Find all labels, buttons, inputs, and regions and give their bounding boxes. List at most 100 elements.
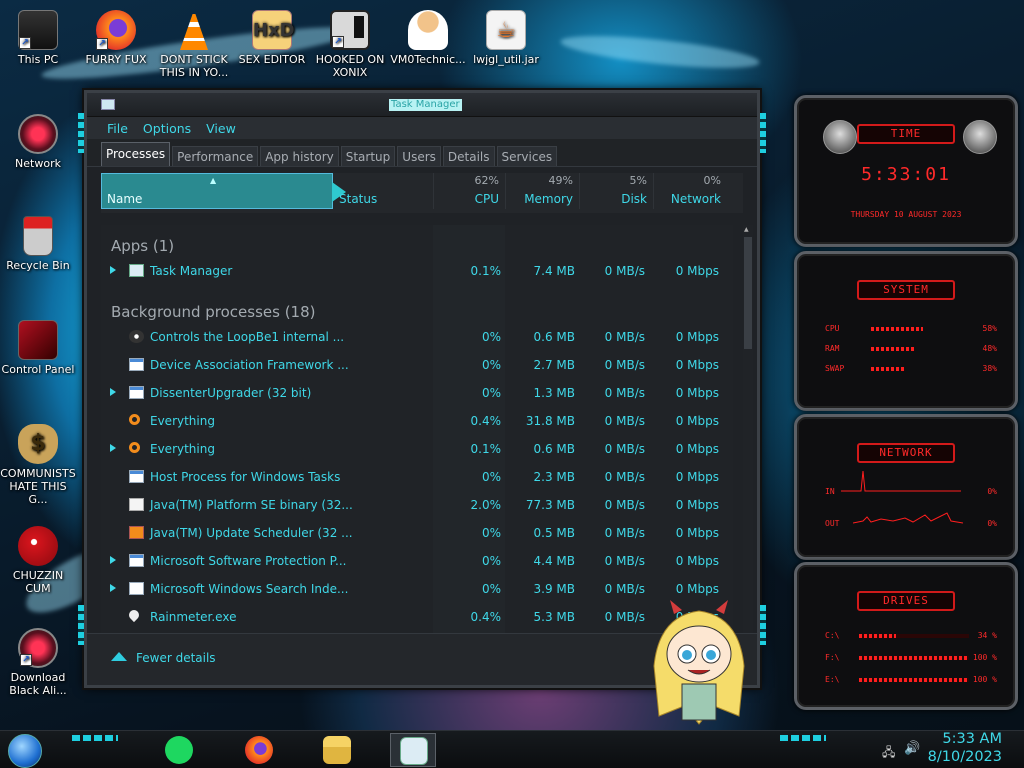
process-cpu: 0% <box>481 330 501 344</box>
network-tray-icon[interactable]: 🖧 <box>882 743 895 764</box>
taskbar-button-firefox[interactable] <box>236 733 282 767</box>
expand-chevron-icon[interactable] <box>110 388 116 396</box>
process-memory: 1.3 MB <box>533 386 575 400</box>
process-row[interactable]: Everything 0.1% 0.6 MB 0 MB/s 0 Mbps <box>101 435 721 463</box>
desktop-icon-recycle-bin[interactable]: Recycle Bin <box>0 216 76 272</box>
task-manager-icon <box>129 264 144 277</box>
desktop-icon-hooked-on-xonix[interactable]: ↗ HOOKED ON XONIX <box>312 10 388 79</box>
tab-app-history[interactable]: App history <box>260 146 339 166</box>
desktop-icon-label: CHUZZIN CUM <box>12 569 64 595</box>
system-row-value: 38% <box>982 364 997 373</box>
tab-startup[interactable]: Startup <box>340 146 396 166</box>
process-row[interactable]: Java(TM) Platform SE binary (32... 2.0% 77… <box>101 491 721 519</box>
scroll-up-icon[interactable]: ▲ <box>744 226 749 233</box>
process-row[interactable]: Microsoft Software Protection P... 0% 4.4 … <box>101 547 721 575</box>
start-orb-button[interactable] <box>8 734 42 768</box>
process-row[interactable]: Task Manager 0.1% 7.4 MB 0 MB/s 0 Mbps <box>101 257 721 285</box>
menu-options[interactable]: Options <box>143 121 191 136</box>
column-header-status[interactable]: Status <box>333 173 433 209</box>
taskbar-decoration <box>780 735 826 741</box>
tab-services[interactable]: Services <box>496 146 558 166</box>
process-row[interactable]: DissenterUpgrader (32 bit) 0% 1.3 MB 0 MB/s… <box>101 379 721 407</box>
desktop-icon-control-panel[interactable]: Control Panel <box>0 320 76 376</box>
widget-date: THURSDAY 10 AUGUST 2023 <box>850 210 962 219</box>
process-name: Java(TM) Platform SE binary (32... <box>150 498 353 512</box>
expand-chevron-icon[interactable] <box>110 584 116 592</box>
desktop-icon-label: COMMUNISTS HATE THIS G... <box>0 467 76 506</box>
process-disk: 0 MB/s <box>604 386 645 400</box>
expand-chevron-icon[interactable] <box>110 556 116 564</box>
frame-decoration <box>760 605 766 645</box>
widget-drives[interactable]: DRIVES C:\ 34 % F:\ 100 % E:\ 100 % <box>794 562 1018 710</box>
taskbar-clock[interactable]: 5:33 AM 8/10/2023 <box>928 730 1002 766</box>
expand-chevron-icon[interactable] <box>110 444 116 452</box>
column-header-cpu[interactable]: 62% CPU <box>433 173 505 209</box>
file-explorer-icon <box>323 736 351 764</box>
java-icon <box>129 498 144 511</box>
system-usage-bar <box>871 327 923 331</box>
taskbar: 🖧 🔊 5:33 AM 8/10/2023 <box>0 730 1024 768</box>
process-row[interactable]: Java(TM) Update Scheduler (32 ... 0% 0.5 M… <box>101 519 721 547</box>
desktop-icon-chuzzin-cum[interactable]: CHUZZIN CUM <box>0 526 76 595</box>
process-row[interactable]: Microsoft Windows Search Inde... 0% 3.9 MB… <box>101 575 721 603</box>
process-list[interactable]: Apps (1) Background processes (18) Task … <box>101 225 733 637</box>
process-memory: 2.7 MB <box>533 358 575 372</box>
tab-performance[interactable]: Performance <box>172 146 259 166</box>
expand-chevron-icon[interactable] <box>110 266 116 274</box>
hxd-hex-editor-icon: HxD <box>252 10 295 50</box>
widget-plate: SYSTEM <box>857 280 955 300</box>
collapse-up-arrow-icon[interactable] <box>111 652 127 661</box>
process-network: 0 Mbps <box>675 264 719 278</box>
widget-time[interactable]: TIME 5:33:01 THURSDAY 10 AUGUST 2023 <box>794 95 1018 247</box>
spotify-icon <box>165 736 193 764</box>
menu-file[interactable]: File <box>107 121 128 136</box>
desktop-icon-sex-editor[interactable]: HxD SEX EDITOR <box>234 10 310 66</box>
process-row[interactable]: Rainmeter.exe0.4%5.3 MB0 MB/s0 Mbps <box>101 603 721 631</box>
column-header-network[interactable]: 0% Network <box>653 173 727 209</box>
process-network: 0 Mbps <box>675 330 719 344</box>
scrollbar-thumb[interactable] <box>744 237 752 349</box>
column-header-name[interactable]: ▲ Name <box>101 173 346 209</box>
menu-view[interactable]: View <box>206 121 236 136</box>
tab-users[interactable]: Users <box>397 146 441 166</box>
desktop-icon-communists[interactable]: $ COMMUNISTS HATE THIS G... <box>0 424 76 506</box>
java-update-icon <box>129 526 144 539</box>
tab-details[interactable]: Details <box>442 146 495 166</box>
frame-decoration <box>78 605 84 645</box>
desktop-icon-network[interactable]: Network <box>0 114 76 170</box>
process-cpu: 0.1% <box>470 264 502 278</box>
title-bar[interactable]: Task Manager <box>87 93 757 117</box>
desktop-icon-this-pc[interactable]: ↗ This PC <box>0 10 76 66</box>
vertical-scrollbar[interactable]: ▲ <box>743 225 753 637</box>
desktop-icon-label: Download Black Ali... <box>9 671 67 697</box>
tab-processes[interactable]: Processes <box>101 142 171 166</box>
desktop-icon-dont-stick[interactable]: DONT STICK THIS IN YO... <box>156 10 232 79</box>
process-disk: 0 MB/s <box>604 470 645 484</box>
desktop-icon-download-black-ali[interactable]: ↗ Download Black Ali... <box>0 628 76 697</box>
process-cpu: 0% <box>481 554 501 568</box>
widget-network[interactable]: NETWORK IN 0% OUT 0% <box>794 414 1018 560</box>
system-row-label: RAM <box>825 344 840 353</box>
column-header-disk[interactable]: 5% Disk <box>579 173 653 209</box>
process-row[interactable]: Everything 0.4% 31.8 MB 0 MB/s 0 Mbps <box>101 407 721 435</box>
process-row[interactable]: Controls the LoopBe1 internal ... 0% 0.6 M… <box>101 323 721 351</box>
desktop-icon-vm0technic[interactable]: VM0Technic... <box>390 10 466 66</box>
process-row[interactable]: Host Process for Windows Tasks 0% 2.3 MB 0 … <box>101 463 721 491</box>
taskbar-decoration <box>72 735 118 741</box>
widget-system[interactable]: SYSTEM CPU 58% RAM 48% SWAP 38% <box>794 251 1018 411</box>
taskbar-button-task-manager[interactable] <box>390 733 436 767</box>
process-row[interactable]: Device Association Framework ... 0% 2.7 MB… <box>101 351 721 379</box>
column-header-memory[interactable]: 49% Memory <box>505 173 579 209</box>
cartoon-character-sticker <box>653 600 745 725</box>
column-header-row: ▲ Name Status 62% CPU 49% Memory 5% Disk… <box>101 173 743 213</box>
taskbar-button-file-explorer[interactable] <box>314 733 360 767</box>
process-name: Microsoft Software Protection P... <box>150 554 347 568</box>
menu-bar: File Options View <box>87 117 757 139</box>
volume-tray-icon[interactable]: 🔊 <box>904 741 920 756</box>
fewer-details-link[interactable]: Fewer details <box>136 651 216 665</box>
desktop-icon-label: lwjgl_util.jar <box>473 53 539 66</box>
taskbar-button-spotify[interactable] <box>156 733 202 767</box>
process-disk: 0 MB/s <box>604 554 645 568</box>
desktop-icon-furry-fux[interactable]: ↗ FURRY FUX <box>78 10 154 66</box>
desktop-icon-lwjgl[interactable]: ☕ lwjgl_util.jar <box>468 10 544 66</box>
